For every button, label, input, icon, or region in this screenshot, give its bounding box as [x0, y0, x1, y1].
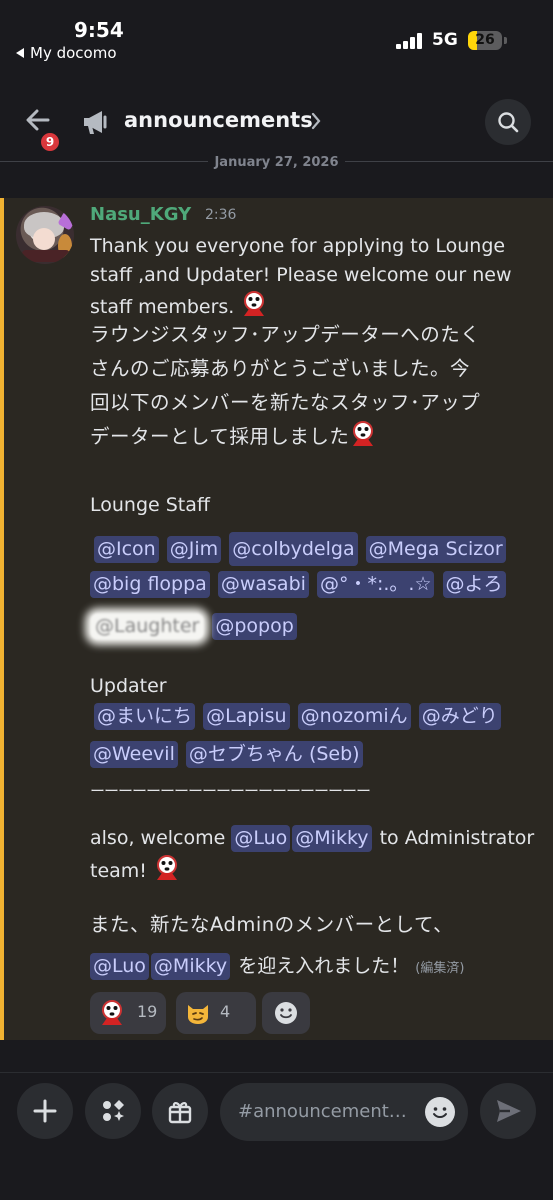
user-mention[interactable]: @colbydelga: [229, 532, 358, 566]
text-line: 回以下のメンバーを新たなスタッフ･アップ: [90, 391, 481, 414]
user-mention[interactable]: @Lapisu: [203, 703, 290, 730]
mention-row: @Icon @Jim @colbydelga @Mega Scizor: [94, 532, 508, 566]
text-line: @Luo @Mikky を迎え入れました！ (編集済): [90, 952, 464, 983]
carrier-label: My docomo: [30, 44, 117, 62]
text-span: staff members.: [90, 296, 235, 318]
text-line: staff ,and Updater! Please welcome our n…: [90, 264, 512, 286]
reaction-count: 19: [137, 1002, 158, 1021]
status-carrier[interactable]: My docomo: [16, 44, 117, 62]
section-heading: Updater: [90, 675, 167, 697]
text-line: また、新たなAdminのメンバーとして、: [90, 913, 454, 936]
message-input-placeholder: #announcement…: [238, 1101, 407, 1122]
signal-icon: [396, 33, 426, 49]
text-line: データーとして採用しました: [90, 420, 377, 454]
reaction-pill[interactable]: 4: [176, 992, 256, 1034]
search-icon: [498, 112, 519, 133]
user-mention[interactable]: @Mikky: [150, 953, 231, 980]
text-line: Thank you everyone for applying to Loung…: [90, 235, 506, 257]
megaphone-icon: [84, 111, 107, 134]
emoji-picker-icon[interactable]: [425, 1097, 455, 1127]
channel-header: 9 announcements: [0, 92, 553, 154]
message-input[interactable]: #announcement…: [220, 1083, 468, 1141]
shy-guy-emoji-icon: [102, 1000, 122, 1025]
mention-row: @Laughter @popop: [90, 612, 299, 641]
channel-title[interactable]: announcements: [124, 108, 313, 132]
shy-guy-emoji-icon: [156, 855, 177, 880]
plus-icon: [33, 1099, 57, 1123]
status-bar: 9:54 My docomo 5G 26: [0, 0, 553, 70]
add-reaction-button[interactable]: [262, 992, 310, 1034]
message-item[interactable]: Nasu_KGY 2:36 Thank you everyone for app…: [0, 198, 553, 1040]
battery-tip: [504, 37, 507, 44]
send-button[interactable]: [480, 1083, 536, 1139]
text-line: also, welcome @Luo @Mikky to Administrato…: [90, 824, 534, 853]
apps-icon: [103, 1100, 124, 1121]
user-mention[interactable]: @よろ: [442, 571, 506, 598]
user-mention[interactable]: @popop: [212, 613, 297, 640]
message-timestamp: 2:36: [205, 207, 237, 223]
user-mention[interactable]: @Luo: [231, 825, 291, 852]
section-heading: Lounge Staff: [90, 494, 210, 516]
user-mention[interactable]: @Icon: [94, 536, 159, 563]
mention-row: @まいにち @Lapisu @nozomiん @みどり: [94, 702, 503, 731]
user-mention[interactable]: @Laughter: [90, 613, 205, 640]
status-time: 9:54: [74, 18, 124, 42]
user-mention[interactable]: @Luo: [90, 953, 149, 980]
chevron-right-icon: [311, 112, 321, 130]
text-line: team!: [90, 854, 181, 886]
search-button[interactable]: [485, 99, 531, 145]
text-span: データーとして採用しました: [90, 425, 350, 448]
user-mention[interactable]: @みどり: [418, 703, 501, 730]
mention-row: @Weevil @セブちゃん (Seb): [90, 740, 365, 769]
text-span: to Administrator: [379, 827, 535, 849]
gift-button[interactable]: [152, 1083, 208, 1139]
shy-guy-emoji-icon: [353, 421, 374, 446]
gift-icon: [168, 1102, 192, 1124]
mention-row: @big floppa @wasabi @°・*:.。.☆ @よろ: [90, 570, 508, 599]
shy-guy-emoji-icon: [244, 291, 265, 316]
smiley-icon: [275, 1002, 297, 1024]
apps-button[interactable]: [85, 1083, 141, 1139]
user-mention[interactable]: @big floppa: [90, 571, 210, 598]
send-icon: [497, 1100, 521, 1122]
user-mention[interactable]: @wasabi: [217, 571, 309, 598]
text-line: ラウンジスタッフ･アップデーターへのたく: [90, 323, 481, 346]
user-mention[interactable]: @Mikky: [292, 825, 372, 852]
network-type: 5G: [432, 30, 458, 50]
text-span: also, welcome: [90, 827, 226, 849]
user-mention[interactable]: @セブちゃん (Seb): [185, 741, 363, 768]
battery-icon: 26: [468, 31, 502, 50]
user-mention[interactable]: @°・*:.。.☆: [316, 571, 435, 598]
user-mention[interactable]: @nozomiん: [297, 703, 411, 730]
date-divider: January 27, 2026: [0, 155, 553, 176]
text-line: さんのご応募ありがとうございました。今: [90, 357, 471, 380]
user-mention[interactable]: @Weevil: [90, 741, 178, 768]
message-author[interactable]: Nasu_KGY: [90, 204, 191, 225]
battery-percent: 26: [475, 32, 495, 48]
separator-line: ーーーーーーーーーーーーーーーーーーーー: [90, 782, 371, 800]
user-mention[interactable]: @まいにち: [94, 703, 196, 730]
composer-bar: #announcement…: [0, 1072, 553, 1200]
add-attachment-button[interactable]: [17, 1083, 73, 1139]
edited-label: (編集済): [415, 961, 465, 976]
reaction-pill[interactable]: 19: [90, 992, 166, 1034]
date-label: January 27, 2026: [208, 155, 345, 170]
reaction-count: 4: [220, 1002, 231, 1021]
user-mention[interactable]: @Jim: [166, 536, 222, 563]
unread-badge: 9: [38, 130, 62, 154]
text-span: を迎え入れました！: [238, 955, 410, 977]
smirk-cat-icon: [188, 1005, 208, 1024]
avatar[interactable]: [16, 206, 74, 264]
back-arrow-icon: [16, 48, 24, 58]
text-span: team!: [90, 860, 147, 882]
user-mention[interactable]: @Mega Scizor: [365, 536, 506, 563]
